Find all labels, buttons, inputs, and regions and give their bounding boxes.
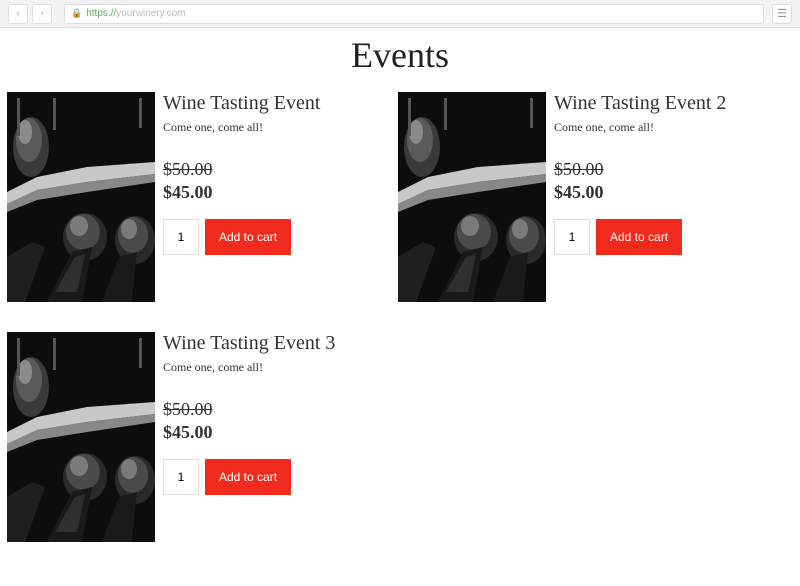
product-title[interactable]: Wine Tasting Event 2 [554,92,774,114]
cart-row: Add to cart [163,219,383,255]
quantity-input[interactable] [163,459,199,495]
product-description: Come one, come all! [163,360,383,375]
back-button[interactable]: ‹ [8,4,28,24]
price-original: $50.00 [163,159,383,180]
product-card: Wine Tasting Event 2 Come one, come all!… [398,92,774,302]
product-image[interactable] [7,332,155,542]
price-sale: $45.00 [163,182,383,203]
menu-button[interactable]: ☰ [772,4,792,24]
add-to-cart-button[interactable]: Add to cart [205,219,291,255]
cart-row: Add to cart [554,219,774,255]
cart-row: Add to cart [163,459,383,495]
quantity-input[interactable] [163,219,199,255]
price-original: $50.00 [554,159,774,180]
price-sale: $45.00 [163,422,383,443]
add-to-cart-button[interactable]: Add to cart [205,459,291,495]
product-image[interactable] [398,92,546,302]
url-host: yourwinery.com [116,8,185,19]
page-title: Events [0,34,800,76]
products-grid: Wine Tasting Event Come one, come all! $… [0,92,800,552]
forward-button[interactable]: › [32,4,52,24]
page-content: Events [0,28,800,552]
add-to-cart-button[interactable]: Add to cart [596,219,682,255]
price-original: $50.00 [163,399,383,420]
url-bar[interactable]: 🔒 https://yourwinery.com [64,4,764,24]
product-card: Wine Tasting Event Come one, come all! $… [7,92,383,302]
product-image[interactable] [7,92,155,302]
product-description: Come one, come all! [554,120,774,135]
quantity-input[interactable] [554,219,590,255]
url-scheme: https:// [86,8,116,19]
product-description: Come one, come all! [163,120,383,135]
product-info: Wine Tasting Event 3 Come one, come all!… [155,332,383,542]
product-title[interactable]: Wine Tasting Event [163,92,383,114]
product-title[interactable]: Wine Tasting Event 3 [163,332,383,354]
lock-icon: 🔒 [71,8,82,19]
product-card: Wine Tasting Event 3 Come one, come all!… [7,332,383,542]
browser-toolbar: ‹ › 🔒 https://yourwinery.com ☰ [0,0,800,28]
product-info: Wine Tasting Event 2 Come one, come all!… [546,92,774,302]
product-info: Wine Tasting Event Come one, come all! $… [155,92,383,302]
price-sale: $45.00 [554,182,774,203]
